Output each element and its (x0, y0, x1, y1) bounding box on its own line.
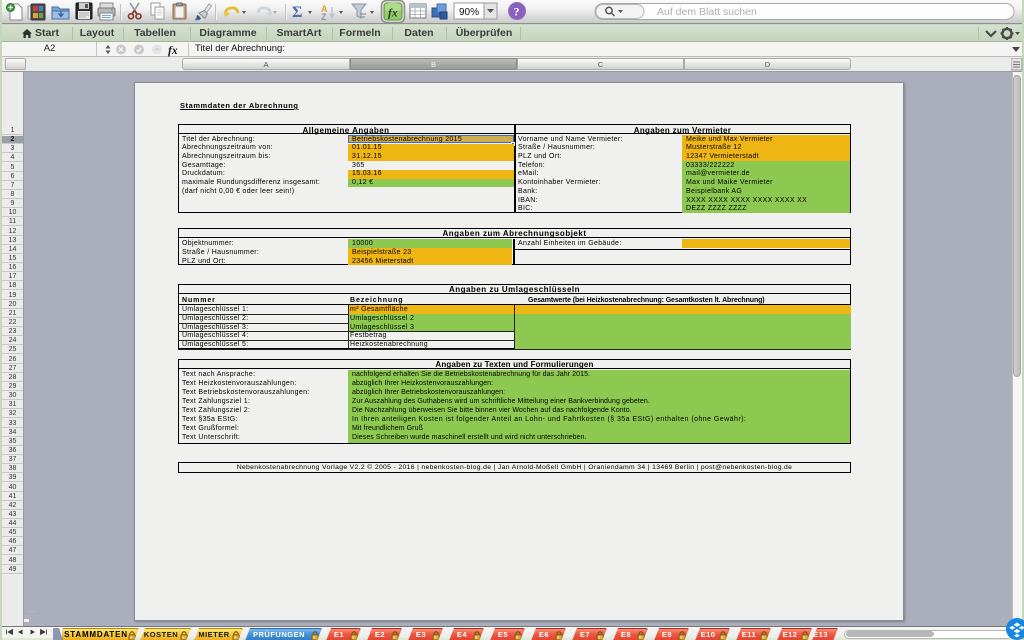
svg-text:fx: fx (388, 8, 398, 20)
svg-text:Auf dem Blatt suchen: Auf dem Blatt suchen (657, 6, 757, 18)
svg-text:Σ: Σ (292, 4, 302, 21)
svg-text:Z: Z (321, 12, 327, 22)
svg-text:90%: 90% (459, 7, 479, 18)
svg-text:fx: fx (168, 45, 178, 57)
svg-text:?: ? (514, 5, 520, 19)
